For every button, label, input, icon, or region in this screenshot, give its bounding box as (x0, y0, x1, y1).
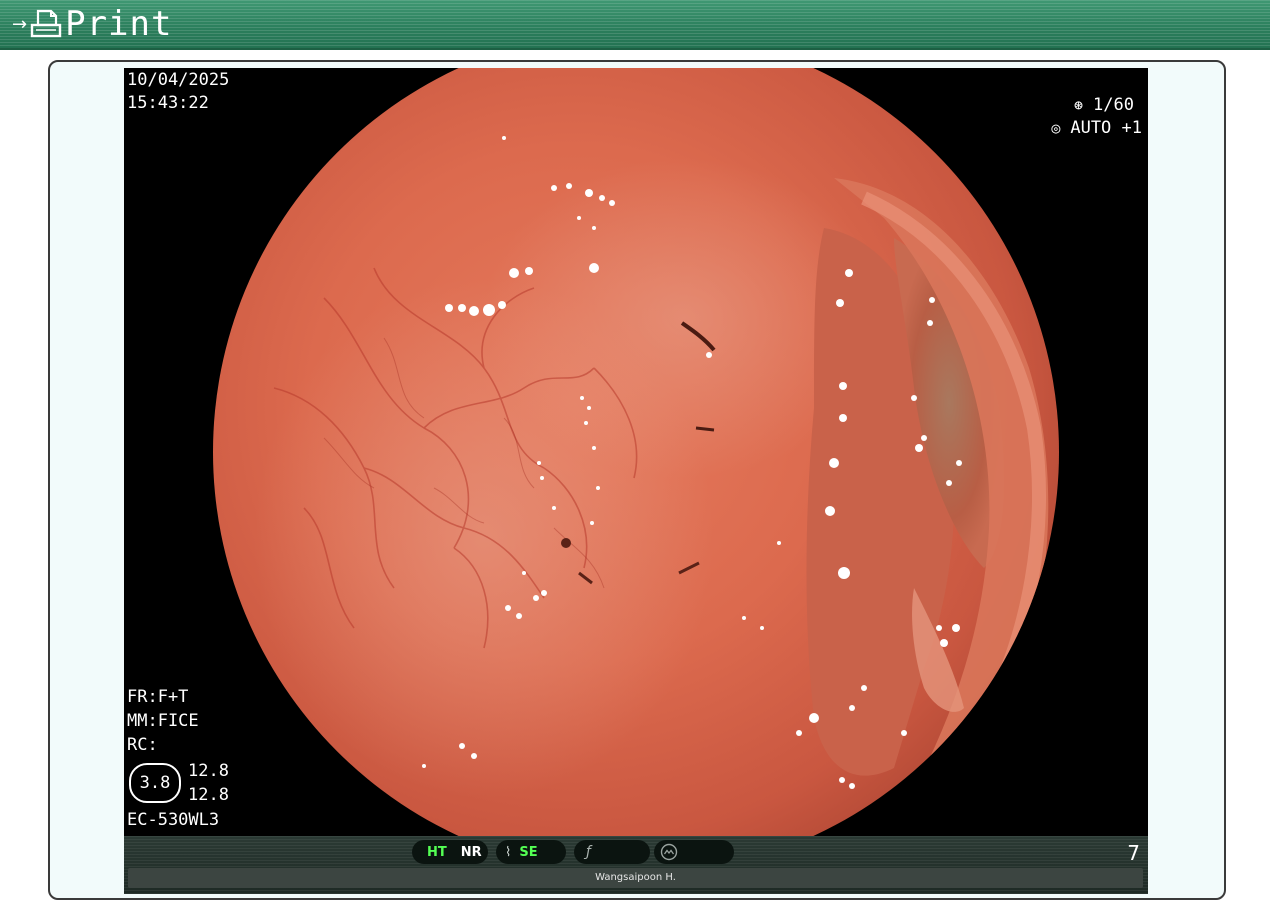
endoscopy-image (124, 68, 1148, 836)
mode-pill-face (654, 840, 734, 864)
mode-pill-f: ƒ (574, 840, 650, 864)
face-icon (660, 843, 678, 861)
shutter-icon: ⊛ (1074, 96, 1084, 114)
shutter-value: 1/60 (1093, 95, 1134, 115)
wave-icon: ⌇ (505, 844, 512, 860)
rc-mode: RC: (127, 735, 158, 755)
print-button[interactable]: → Print (12, 4, 172, 44)
se-indicator: SE (519, 844, 538, 860)
print-label: Print (65, 4, 173, 44)
operator-name: Wangsaipoon H. (128, 868, 1143, 888)
f-indicator: ƒ (586, 844, 591, 860)
enhance-value-b: 12.8 (188, 785, 229, 805)
mode-pill-ht-nr: HT NR (412, 840, 488, 864)
exam-date: 10/04/2025 (127, 70, 230, 90)
shutter-readout: ⊛ 1/60 (1074, 94, 1134, 117)
ht-indicator: HT (427, 844, 447, 860)
iris-icon: ◎ (1051, 119, 1061, 137)
enhance-value-a: 12.8 (188, 761, 229, 781)
printer-icon (30, 9, 62, 38)
endoscopy-viewer: 10/04/2025 15:43:22 ⊛ 1/60 ◎ AUTO +1 FR:F+… (124, 68, 1148, 894)
nr-indicator: NR (460, 844, 482, 860)
arrow-right-icon: → (12, 13, 28, 35)
mm-mode: MM:FICE (127, 711, 199, 731)
exposure-readout: ◎ AUTO +1 (1051, 117, 1142, 140)
exam-time: 15:43:22 (127, 93, 209, 113)
app-header: → Print (0, 0, 1270, 50)
scope-model: EC-530WL3 (127, 810, 220, 830)
zoom-badge: 3.8 (129, 763, 181, 803)
mode-pill-se: ⌇ SE (496, 840, 566, 864)
status-bar: HT NR ⌇ SE ƒ 7 Wangsaipoon H. (124, 836, 1148, 894)
exposure-value: AUTO +1 (1070, 118, 1142, 138)
frame-number: 7 (1127, 841, 1140, 865)
fr-mode: FR:F+T (127, 687, 189, 707)
